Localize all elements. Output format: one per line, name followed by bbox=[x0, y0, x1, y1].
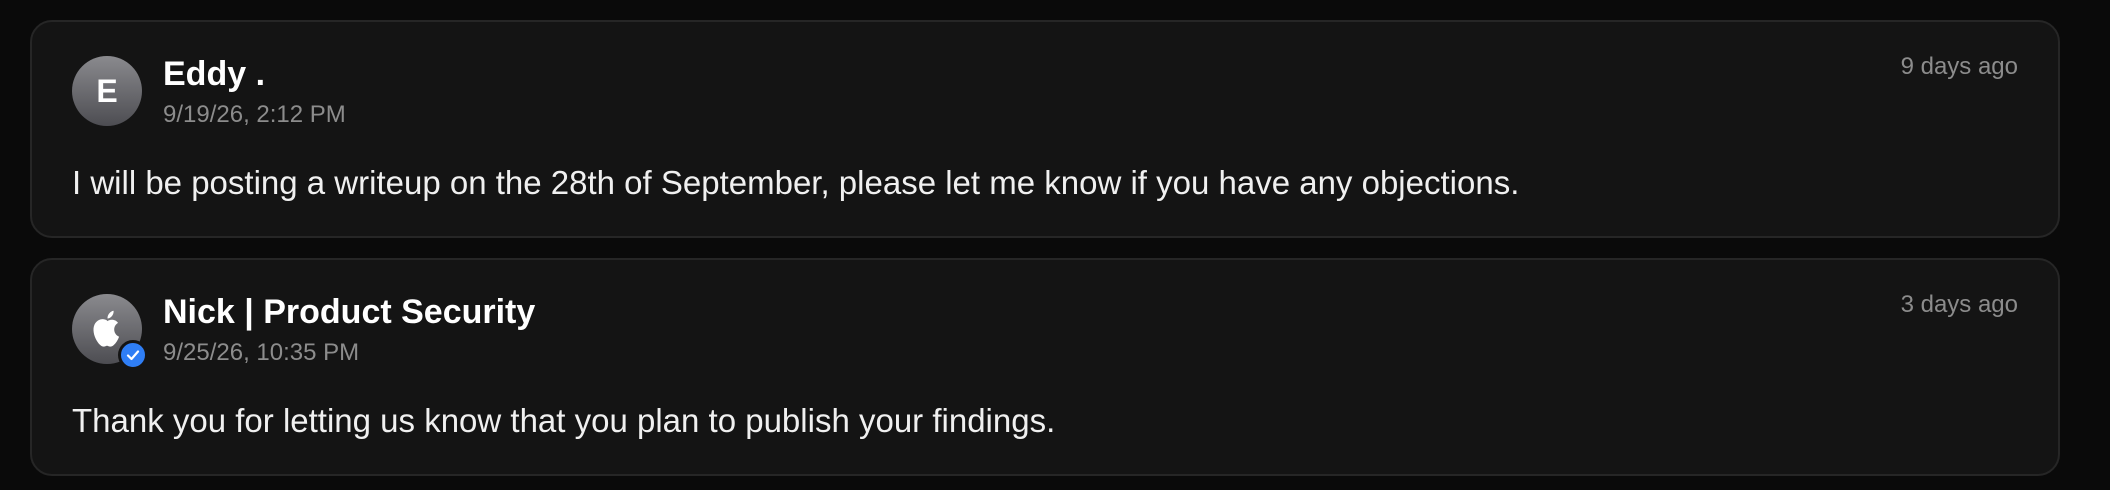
comment-relative-time: 9 days ago bbox=[1900, 53, 2018, 80]
avatar-initial: E bbox=[96, 72, 118, 109]
comment-message: Thank you for letting us know that you p… bbox=[72, 402, 1056, 439]
comment-card: E Eddy . 9/19/26, 2:12 PM 9 days ago I w… bbox=[30, 20, 2060, 238]
comment-date: 9/25/26, 10:35 PM bbox=[163, 339, 360, 366]
comment-card: Nick | Product Security 9/25/26, 10:35 P… bbox=[30, 258, 2060, 476]
avatar[interactable]: E bbox=[72, 56, 142, 126]
comment-author[interactable]: Nick | Product Security bbox=[163, 292, 535, 332]
verified-check-icon bbox=[118, 340, 148, 370]
comment-author[interactable]: Eddy . bbox=[163, 54, 265, 94]
comment-date: 9/19/26, 2:12 PM bbox=[163, 101, 346, 128]
comment-message: I will be posting a writeup on the 28th … bbox=[72, 164, 1520, 201]
comment-relative-time: 3 days ago bbox=[1900, 291, 2018, 318]
apple-logo-icon bbox=[90, 309, 124, 349]
comment-thread: E Eddy . 9/19/26, 2:12 PM 9 days ago I w… bbox=[0, 0, 2110, 490]
